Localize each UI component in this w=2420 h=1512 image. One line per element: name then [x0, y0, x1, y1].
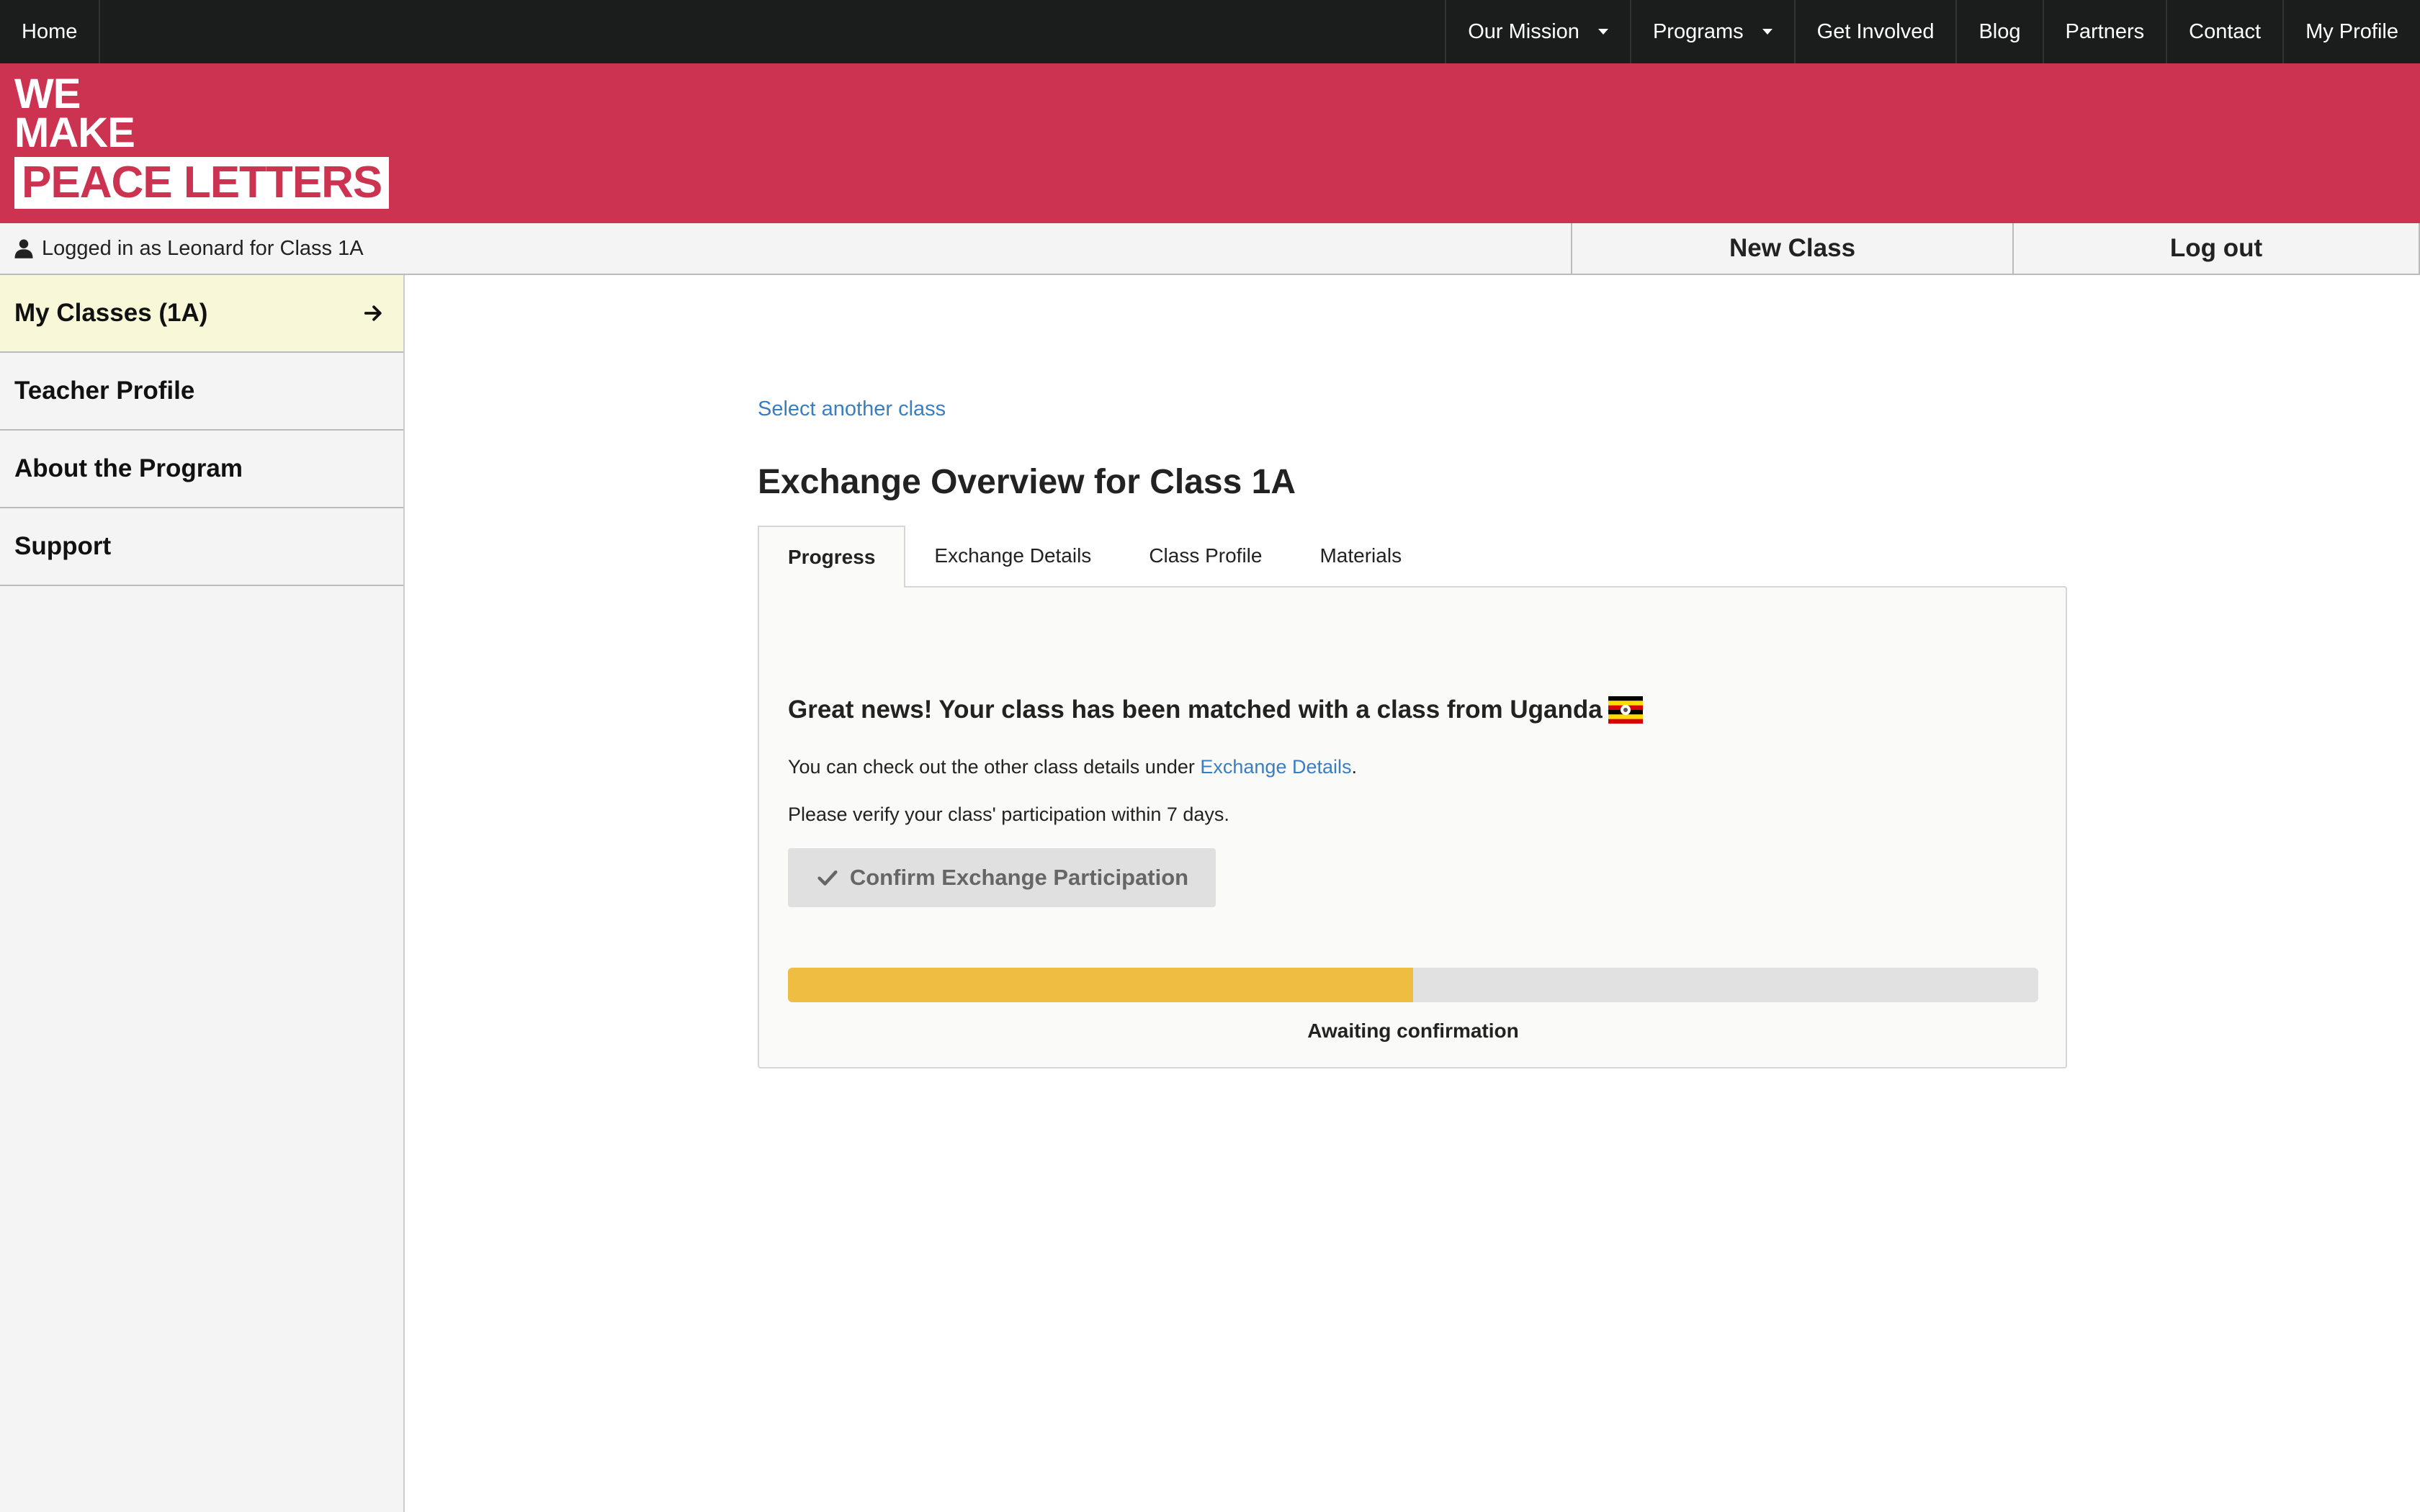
nav-partners[interactable]: Partners [2042, 0, 2166, 63]
logo-line-1: WE [14, 71, 81, 117]
page-title: Exchange Overview for Class 1A [758, 463, 1296, 501]
sidebar-item-label: My Classes (1A) [14, 299, 208, 327]
details-prefix: You can check out the other class detail… [788, 756, 1201, 778]
nav-get-involved[interactable]: Get Involved [1793, 0, 1956, 63]
nav-right-group: Our Mission Programs Get Involved Blog P… [1445, 0, 2420, 63]
chevron-down-icon [1597, 29, 1608, 35]
brand-banner: WE MAKE PEACE LETTERS [0, 63, 2420, 223]
nav-home-link[interactable]: Home [0, 0, 101, 63]
logo-line-2: MAKE [14, 109, 135, 156]
match-heading-text: Great news! Your class has been matched … [788, 696, 1603, 724]
uganda-flag-icon [1608, 696, 1643, 724]
nav-programs[interactable]: Programs [1629, 0, 1794, 63]
select-another-class-link[interactable]: Select another class [758, 397, 946, 421]
tab-progress[interactable]: Progress [758, 526, 906, 588]
sidebar: My Classes (1A) Teacher Profile About th… [0, 275, 405, 1512]
logged-in-status: Logged in as Leonard for Class 1A [0, 223, 1572, 274]
progress-bar [788, 968, 2038, 1002]
sidebar-item-label: About the Program [14, 454, 243, 482]
exchange-details-link[interactable]: Exchange Details [1200, 756, 1351, 778]
nav-my-profile[interactable]: My Profile [2282, 0, 2420, 63]
confirm-exchange-label: Confirm Exchange Participation [849, 865, 1189, 890]
chevron-down-icon [1762, 29, 1773, 35]
user-icon [14, 239, 33, 258]
sidebar-item-teacher-profile[interactable]: Teacher Profile [0, 353, 403, 431]
tab-exchange-details[interactable]: Exchange Details [905, 526, 1120, 586]
sidebar-item-support[interactable]: Support [0, 508, 403, 586]
status-bar: Logged in as Leonard for Class 1A New Cl… [0, 223, 2420, 275]
log-out-button[interactable]: Log out [2014, 223, 2420, 274]
tab-bar: Progress Exchange Details Class Profile … [758, 526, 2067, 588]
logged-in-text: Logged in as Leonard for Class 1A [42, 236, 364, 260]
verify-text: Please verify your class' participation … [788, 804, 1229, 825]
progress-status-label: Awaiting confirmation [1307, 1020, 1519, 1042]
site-logo[interactable]: WE MAKE PEACE LETTERS [14, 71, 390, 209]
nav-blog[interactable]: Blog [1955, 0, 2042, 63]
logo-line-3: PEACE LETTERS [14, 157, 390, 209]
new-class-button[interactable]: New Class [1572, 223, 2014, 274]
match-heading: Great news! Your class has been matched … [788, 696, 1643, 724]
nav-our-mission[interactable]: Our Mission [1445, 0, 1630, 63]
sidebar-item-label: Support [14, 532, 112, 560]
sidebar-item-label: Teacher Profile [14, 377, 195, 405]
top-nav: Home Our Mission Programs Get Involved B… [0, 0, 2420, 63]
sidebar-item-my-classes[interactable]: My Classes (1A) [0, 275, 403, 353]
tab-class-profile[interactable]: Class Profile [1120, 526, 1291, 586]
sidebar-item-about-program[interactable]: About the Program [0, 431, 403, 508]
arrow-right-icon [364, 305, 382, 321]
confirm-exchange-button[interactable]: Confirm Exchange Participation [788, 848, 1216, 907]
progress-panel: Great news! Your class has been matched … [758, 586, 2067, 1068]
nav-programs-label: Programs [1652, 19, 1744, 43]
exchange-details-hint: You can check out the other class detail… [788, 756, 1357, 778]
nav-contact[interactable]: Contact [2166, 0, 2282, 63]
check-icon [817, 870, 838, 886]
tab-materials[interactable]: Materials [1291, 526, 1430, 586]
nav-our-mission-label: Our Mission [1468, 19, 1579, 43]
details-suffix: . [1351, 756, 1358, 778]
progress-bar-fill [788, 968, 1413, 1002]
